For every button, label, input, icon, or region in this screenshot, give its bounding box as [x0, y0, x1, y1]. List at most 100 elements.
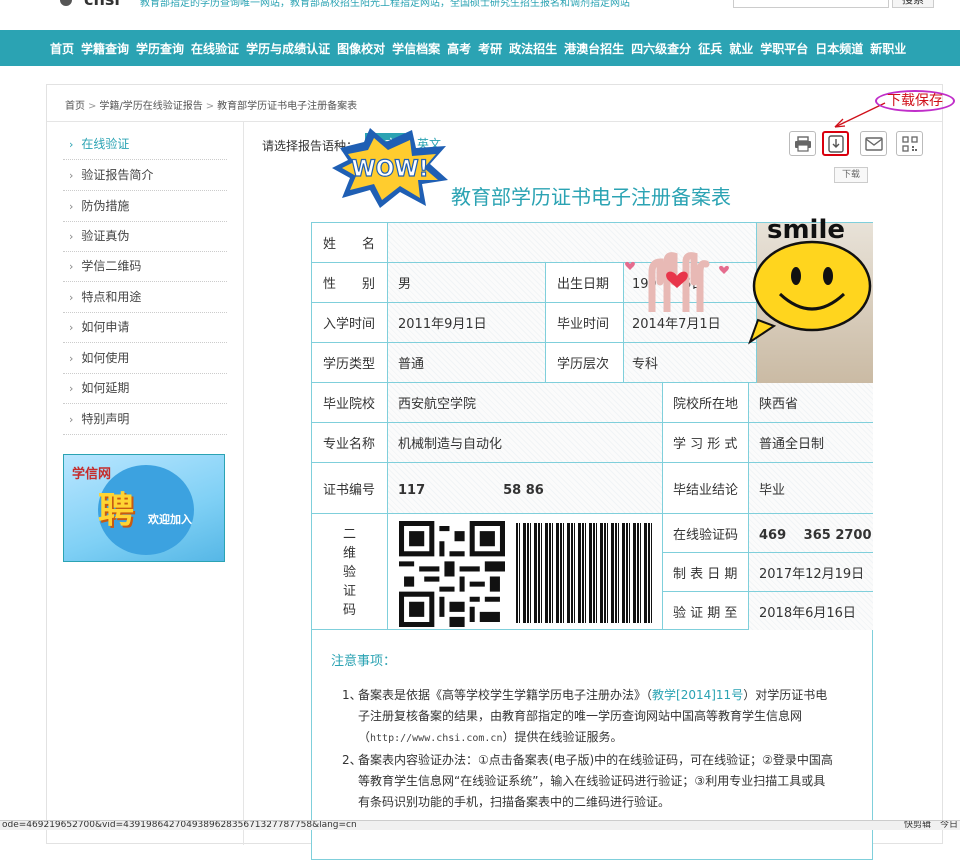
- notes-title: 注意事项：: [331, 654, 397, 669]
- nav-item[interactable]: 港澳台招生: [564, 40, 624, 57]
- sidebar-item-extend[interactable]: › 如何延期: [63, 374, 227, 404]
- nav-item[interactable]: 征兵: [698, 40, 722, 57]
- school-value: 西安航空学院: [388, 383, 663, 423]
- sidebar-item-label: 验证真伪: [81, 229, 130, 243]
- breadcrumb-home[interactable]: 首页: [65, 101, 85, 112]
- edu-level-value: 专科: [624, 343, 757, 383]
- nav-item[interactable]: 在线验证: [191, 40, 239, 57]
- nav-item[interactable]: 图像校对: [337, 40, 385, 57]
- edu-level-label: 学历层次: [546, 343, 624, 383]
- main-container: 首页 > 学籍/学历在线验证报告 > 教育部学历证书电子注册备案表 › 在线验证 › 验证报…: [46, 84, 955, 860]
- status-url: ode=469219652700&vid=4391986427049389628…: [2, 820, 357, 830]
- qr-code-icon[interactable]: [398, 521, 506, 627]
- valid-until-label: 验 证 期 至: [663, 592, 749, 631]
- banner-sub-text: 欢迎加入: [148, 513, 192, 526]
- made-date-label: 制 表 日 期: [663, 553, 749, 592]
- verify-code-label: 在线验证码: [663, 514, 749, 553]
- birth-label: 出生日期: [546, 263, 624, 303]
- note-item: 2、 备案表内容验证办法：①点击备案表(电子版)中的在线验证码，可在线验证；②登…: [342, 750, 837, 813]
- nav-item[interactable]: 学历与成绩认证: [246, 40, 330, 57]
- edu-type-label: 学历类型: [312, 343, 388, 383]
- chevron-right-icon: ›: [69, 169, 74, 182]
- sidebar-item-online-verify[interactable]: › 在线验证: [63, 130, 227, 160]
- cert-label: 证书编号: [312, 463, 388, 514]
- mail-icon: [864, 136, 883, 151]
- edu-type-value: 普通: [388, 343, 546, 383]
- sidebar-item-intro[interactable]: › 验证报告简介: [63, 161, 227, 191]
- made-date-value: 2017年12月19日: [749, 553, 873, 592]
- nav-item[interactable]: 考研: [478, 40, 502, 57]
- qr-label-char: 码: [342, 603, 356, 618]
- smile-sticker: smile: [748, 215, 872, 345]
- breadcrumb-current: 教育部学历证书电子注册备案表: [217, 101, 358, 112]
- note-text-part: ）提供在线验证服务。: [502, 730, 623, 744]
- nav-item[interactable]: 学历查询: [136, 40, 184, 57]
- chevron-right-icon: ›: [69, 138, 74, 151]
- nav-item[interactable]: 政法招生: [509, 40, 557, 57]
- wow-text: WOW!: [351, 157, 428, 182]
- sidebar-item-anti-fake[interactable]: › 防伪措施: [63, 192, 227, 222]
- note-number: 1、: [342, 688, 362, 702]
- sidebar-item-statement[interactable]: › 特别声明: [63, 405, 227, 435]
- nav-item[interactable]: 日本频道: [815, 40, 863, 57]
- note-item: 1、 备案表是依据《高等学校学生学籍学历电子注册办法》（教学[2014]11号）…: [342, 685, 837, 749]
- verify-code-value[interactable]: 469 365 2700: [749, 514, 873, 553]
- chevron-right-icon: ›: [69, 352, 74, 365]
- sidebar-item-apply[interactable]: › 如何申请: [63, 313, 227, 343]
- note-text: 备案表内容验证办法：①点击备案表(电子版)中的在线验证码，可在线验证；②登录中国…: [358, 753, 833, 809]
- enroll-value: 2011年9月1日: [388, 303, 546, 343]
- recruit-banner[interactable]: 学信网 聘 欢迎加入: [63, 454, 225, 562]
- sidebar-item-label: 如何申请: [81, 320, 130, 334]
- qrcode-icon: [901, 135, 918, 152]
- email-button[interactable]: [860, 131, 887, 156]
- heart-hands-sticker: [625, 252, 729, 312]
- search-input[interactable]: [733, 0, 889, 8]
- breadcrumb: 首页 > 学籍/学历在线验证报告 > 教育部学历证书电子注册备案表: [65, 97, 357, 112]
- printer-icon: [794, 135, 811, 152]
- nav-items: 首页 学籍查询 学历查询 在线验证 学历与成绩认证 图像校对 学信档案 高考 考研 政法招生 港澳台…: [50, 30, 906, 66]
- nav-item[interactable]: 学信档案: [392, 40, 440, 57]
- nav-item[interactable]: 新职业: [870, 40, 906, 57]
- print-button[interactable]: [789, 131, 816, 156]
- site-url[interactable]: http://www.chsi.com.cn: [370, 733, 502, 744]
- major-label: 专业名称: [312, 423, 388, 463]
- nav-item[interactable]: 首页: [50, 40, 74, 57]
- nav-item[interactable]: 学籍查询: [81, 40, 129, 57]
- status-bar: ode=469219652700&vid=4391986427049389628…: [0, 820, 960, 830]
- form-label: 学 习 形 式: [663, 423, 749, 463]
- breadcrumb-verify[interactable]: 学籍/学历在线验证报告: [99, 101, 202, 112]
- sidebar-item-verify-true[interactable]: › 验证真伪: [63, 222, 227, 252]
- smile-text: smile: [767, 215, 845, 245]
- chevron-right-icon: ›: [69, 321, 74, 334]
- banner-brand: 学信网: [72, 467, 112, 482]
- sidebar-item-features[interactable]: › 特点和用途: [63, 283, 227, 313]
- chevron-right-icon: ›: [69, 260, 74, 273]
- site-logo[interactable]: chsi: [84, 0, 120, 9]
- note-text: 备案表是依据《高等学校学生学籍学历电子注册办法》（教学[2014]11号）对学历…: [342, 685, 837, 749]
- main-nav: 首页 学籍查询 学历查询 在线验证 学历与成绩认证 图像校对 学信档案 高考 考研 政法招生 港澳台…: [0, 30, 960, 66]
- sidebar-item-qrcode[interactable]: › 学信二维码: [63, 252, 227, 282]
- qr-label-char: 证: [342, 584, 356, 599]
- major-value: 机械制造与自动化: [388, 423, 663, 463]
- sidebar-item-label: 学信二维码: [81, 259, 142, 273]
- sidebar-item-usage[interactable]: › 如何使用: [63, 344, 227, 374]
- banner-main-text: 聘: [98, 490, 135, 531]
- sidebar-item-label: 如何使用: [81, 351, 130, 365]
- form-value: 普通全日制: [749, 423, 873, 463]
- nav-item[interactable]: 高考: [447, 40, 471, 57]
- qrcode-button[interactable]: [896, 131, 923, 156]
- school-loc-label: 院校所在地: [663, 383, 749, 423]
- note-text-part: 备案表是依据《高等学校学生学籍学历电子注册办法》（: [358, 688, 653, 702]
- sidebar: › 在线验证 › 验证报告简介 › 防伪措施 › 验证真伪 › 学信二维码 › 特点和用途 …: [47, 122, 244, 845]
- download-button[interactable]: [822, 131, 849, 156]
- nav-item[interactable]: 四六级查分: [631, 40, 691, 57]
- nav-item[interactable]: 就业: [729, 40, 753, 57]
- search-button[interactable]: 搜索: [892, 0, 934, 8]
- sidebar-item-label: 特别声明: [81, 412, 130, 426]
- sidebar-item-label: 在线验证: [81, 137, 130, 151]
- sidebar-item-label: 特点和用途: [81, 290, 142, 304]
- policy-link[interactable]: 教学[2014]11号: [652, 688, 743, 702]
- nav-item[interactable]: 学职平台: [760, 40, 808, 57]
- gender-label: 性 别: [312, 263, 388, 303]
- sidebar-item-label: 如何延期: [81, 381, 130, 395]
